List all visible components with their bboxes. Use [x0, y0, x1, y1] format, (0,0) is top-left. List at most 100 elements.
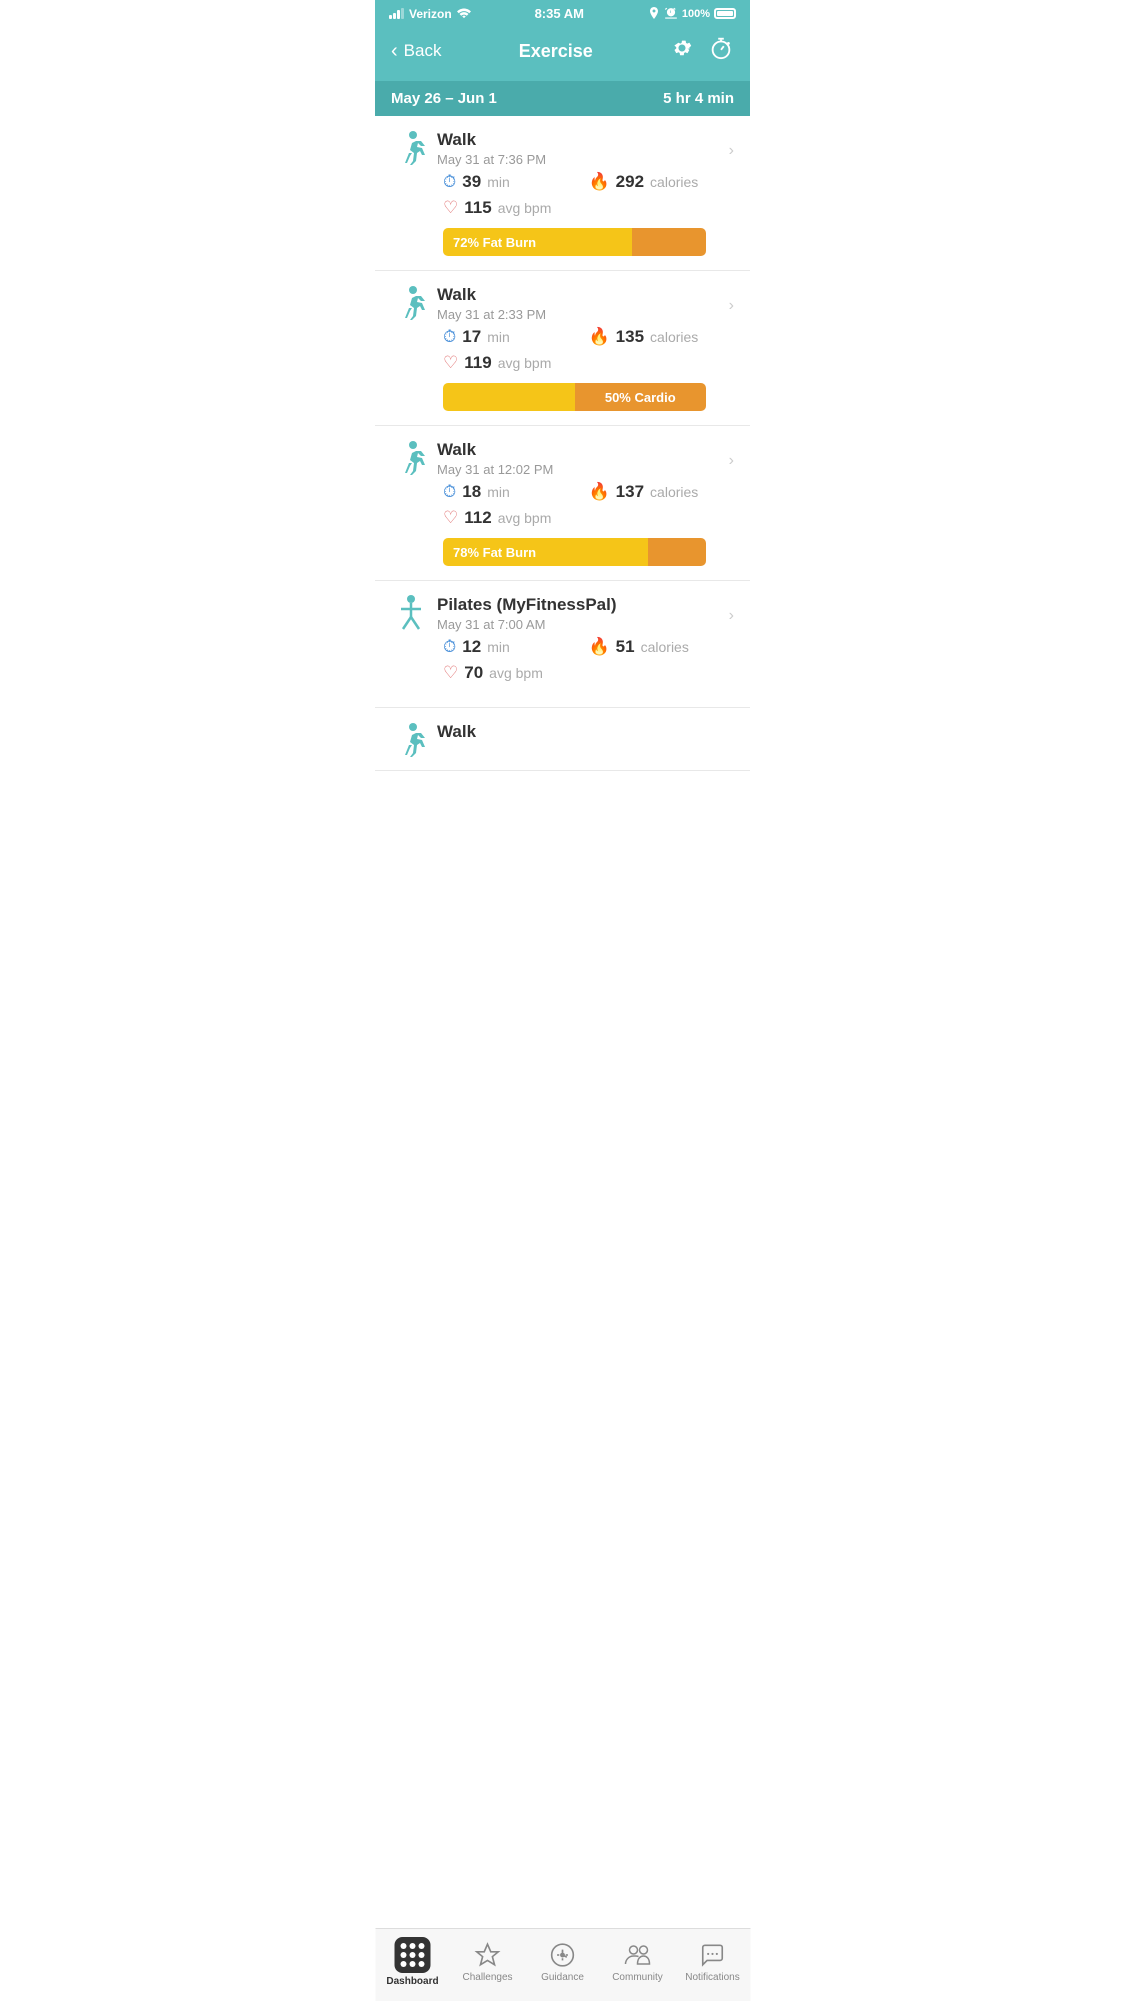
zone-bar-2: 50% Cardio	[443, 383, 706, 411]
status-right: 100%	[648, 7, 736, 21]
dot-1	[401, 1943, 407, 1949]
exercise-stats-row2-4: ♡ 70 avg bpm	[443, 663, 734, 683]
signal-bars	[389, 8, 404, 19]
exercise-item-2[interactable]: Walk May 31 at 2:33 PM › ⏱ 17 min 🔥 135 …	[375, 271, 750, 426]
fat-burn-bar-1: 72% Fat Burn	[443, 228, 632, 256]
challenges-icon	[474, 1941, 502, 1969]
exercise-datetime-4: May 31 at 7:00 AM	[437, 617, 723, 632]
back-chevron-icon: ‹	[391, 41, 398, 61]
dot-4	[401, 1952, 407, 1958]
carrier-label: Verizon	[409, 7, 452, 21]
duration-stat-3: ⏱ 18 min	[443, 482, 589, 502]
exercise-item-4[interactable]: Pilates (MyFitnessPal) May 31 at 7:00 AM…	[375, 581, 750, 708]
exercise-item-3[interactable]: Walk May 31 at 12:02 PM › ⏱ 18 min 🔥 137…	[375, 426, 750, 581]
exercise-name-2: Walk	[437, 285, 723, 305]
exercise-name-1: Walk	[437, 130, 723, 150]
status-left: Verizon	[389, 7, 471, 21]
exercise-stats-row2-2: ♡ 119 avg bpm	[443, 353, 734, 373]
calories-unit-1: calories	[650, 174, 698, 190]
heartrate-unit-3: avg bpm	[498, 510, 552, 526]
notifications-icon	[699, 1941, 727, 1969]
exercise-chevron-2: ›	[723, 297, 734, 315]
nav-item-guidance[interactable]: Guidance	[525, 1941, 600, 1983]
exercise-stats-row1-2: ⏱ 17 min 🔥 135 calories	[443, 327, 734, 347]
zone-bar-3: 78% Fat Burn	[443, 538, 706, 566]
exercise-stats-row1-1: ⏱ 39 min 🔥 292 calories	[443, 172, 734, 192]
nav-item-community[interactable]: Community	[600, 1941, 675, 1983]
location-icon	[648, 7, 660, 21]
dashboard-icon	[395, 1937, 431, 1973]
calories-stat-3: 🔥 137 calories	[589, 482, 735, 502]
calories-stat-1: 🔥 292 calories	[589, 172, 735, 192]
dot-9	[419, 1961, 425, 1967]
duration-unit-4: min	[487, 639, 510, 655]
app-header: ‹ Back Exercise	[375, 25, 750, 81]
exercise-stats-row2-3: ♡ 112 avg bpm	[443, 508, 734, 528]
pilates-icon-4	[391, 597, 431, 637]
nav-item-notifications[interactable]: Notifications	[675, 1941, 750, 1983]
exercise-stats-row2-1: ♡ 115 avg bpm	[443, 198, 734, 218]
signal-bar-1	[389, 15, 392, 19]
dot-5	[410, 1952, 416, 1958]
duration-unit-1: min	[487, 174, 510, 190]
back-button[interactable]: ‹ Back	[391, 41, 441, 61]
duration-value-3: 18	[462, 482, 481, 502]
nav-item-challenges[interactable]: Challenges	[450, 1941, 525, 1983]
flame-icon-1: 🔥	[589, 172, 610, 192]
signal-bar-2	[393, 13, 396, 19]
clock-icon-1: ⏱	[443, 172, 456, 192]
week-total-duration: 5 hr 4 min	[663, 90, 734, 107]
clock-icon-2: ⏱	[443, 327, 456, 347]
duration-stat-2: ⏱ 17 min	[443, 327, 589, 347]
exercise-name-3: Walk	[437, 440, 723, 460]
cardio-bar-1	[632, 228, 706, 256]
dot-8	[410, 1961, 416, 1967]
alarm-icon	[664, 7, 678, 21]
duration-stat-1: ⏱ 39 min	[443, 172, 589, 192]
heartrate-value-2: 119	[464, 353, 491, 373]
exercise-item-5[interactable]: Walk	[375, 708, 750, 771]
fat-burn-bar-3: 78% Fat Burn	[443, 538, 648, 566]
duration-value-1: 39	[462, 172, 481, 192]
heartrate-unit-2: avg bpm	[498, 355, 552, 371]
heartrate-unit-4: avg bpm	[489, 665, 543, 681]
back-label: Back	[404, 41, 442, 61]
signal-bar-4	[401, 8, 404, 19]
calories-unit-2: calories	[650, 329, 698, 345]
heart-icon-4: ♡	[443, 663, 458, 683]
exercise-datetime-3: May 31 at 12:02 PM	[437, 462, 723, 477]
calories-stat-2: 🔥 135 calories	[589, 327, 735, 347]
flame-icon-4: 🔥	[589, 637, 610, 657]
exercise-chevron-3: ›	[723, 452, 734, 470]
dot-7	[401, 1961, 407, 1967]
zone-bar-1: 72% Fat Burn	[443, 228, 706, 256]
exercise-list: Walk May 31 at 7:36 PM › ⏱ 39 min 🔥 292 …	[375, 116, 750, 771]
calories-value-2: 135	[616, 327, 644, 347]
guidance-icon	[549, 1941, 577, 1969]
settings-icon[interactable]	[670, 36, 694, 66]
flame-icon-2: 🔥	[589, 327, 610, 347]
flame-icon-3: 🔥	[589, 482, 610, 502]
dot-6	[419, 1952, 425, 1958]
clock-icon-3: ⏱	[443, 482, 456, 502]
calories-value-4: 51	[616, 637, 635, 657]
nav-item-dashboard[interactable]: Dashboard	[375, 1937, 450, 1987]
walk-icon-1	[391, 132, 431, 172]
exercise-chevron-4: ›	[723, 607, 734, 625]
exercise-name-5: Walk	[437, 722, 734, 742]
battery-label: 100%	[682, 8, 710, 20]
heart-icon-1: ♡	[443, 198, 458, 218]
cardio-bar-3	[648, 538, 706, 566]
stopwatch-icon[interactable]	[708, 35, 734, 67]
duration-unit-3: min	[487, 484, 510, 500]
heartrate-unit-1: avg bpm	[498, 200, 552, 216]
exercise-name-4: Pilates (MyFitnessPal)	[437, 595, 723, 615]
duration-unit-2: min	[487, 329, 510, 345]
nav-label-dashboard: Dashboard	[386, 1976, 438, 1987]
heartrate-value-3: 112	[464, 508, 491, 528]
week-date-range: May 26 – Jun 1	[391, 90, 497, 107]
calories-unit-3: calories	[650, 484, 698, 500]
status-time: 8:35 AM	[535, 6, 584, 21]
exercise-item-1[interactable]: Walk May 31 at 7:36 PM › ⏱ 39 min 🔥 292 …	[375, 116, 750, 271]
week-bar: May 26 – Jun 1 5 hr 4 min	[375, 81, 750, 116]
